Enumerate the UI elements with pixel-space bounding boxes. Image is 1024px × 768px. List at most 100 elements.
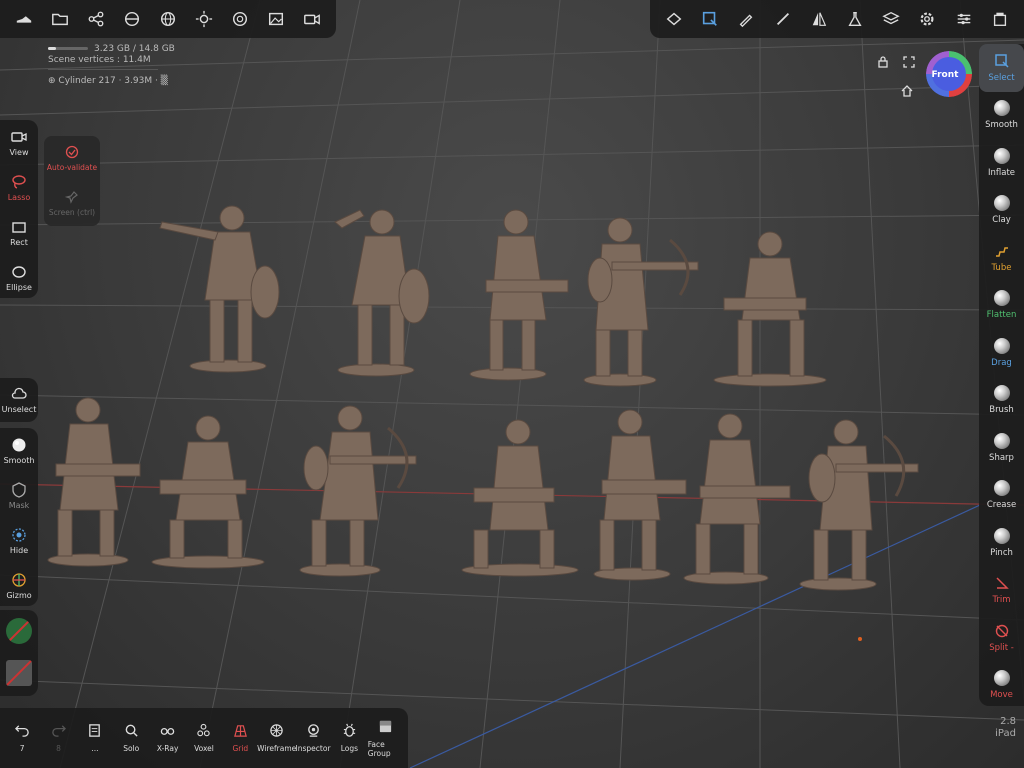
mirror-icon[interactable] xyxy=(806,6,832,32)
screen-label: Screen (ctrl) xyxy=(48,208,96,217)
lock-icon[interactable] xyxy=(876,54,890,68)
folder-icon[interactable] xyxy=(47,6,73,32)
rect-tool[interactable]: Rect xyxy=(0,210,38,255)
miniature-figures[interactable] xyxy=(0,0,1024,768)
select-icon xyxy=(994,54,1009,68)
redo-icon xyxy=(52,725,67,737)
trim-icon xyxy=(995,577,1009,589)
xray-button[interactable]: X-Ray xyxy=(150,723,186,753)
pin-icon xyxy=(65,191,78,204)
sliders-icon[interactable] xyxy=(951,6,977,32)
logs-button[interactable]: Logs xyxy=(331,723,367,753)
hide-action[interactable]: Hide xyxy=(0,518,38,563)
flask-icon[interactable] xyxy=(842,6,868,32)
tool-select[interactable]: Select xyxy=(979,44,1024,92)
tool-move-label: Move xyxy=(990,690,1013,701)
undo-count: 7 xyxy=(19,744,25,753)
smooth-icon xyxy=(993,100,1010,117)
tool-smooth[interactable]: Smooth xyxy=(979,92,1024,140)
gear-icon[interactable] xyxy=(914,6,940,32)
sun-icon[interactable] xyxy=(191,6,217,32)
tool-flatten[interactable]: Flatten xyxy=(979,282,1024,330)
undo-button[interactable]: 7 xyxy=(4,723,40,753)
lasso-icon xyxy=(12,174,26,189)
active-object[interactable]: ⊕ Cylinder 217 · 3.93M · ▒ xyxy=(48,76,175,87)
redo-button[interactable]: 8 xyxy=(41,723,77,753)
history-label: ... xyxy=(91,744,99,753)
tool-drag[interactable]: Drag xyxy=(979,329,1024,377)
view-tool[interactable]: View xyxy=(0,120,38,165)
tool-trim[interactable]: Trim xyxy=(979,567,1024,615)
tool-clay[interactable]: Clay xyxy=(979,187,1024,235)
lasso-tool[interactable]: Lasso xyxy=(0,165,38,210)
wireframe-button[interactable]: Wireframe xyxy=(257,723,296,753)
tool-pinch[interactable]: Pinch xyxy=(979,519,1024,567)
fullscreen-icon[interactable] xyxy=(902,54,916,68)
layers-icon[interactable] xyxy=(878,6,904,32)
voxel-button[interactable]: Voxel xyxy=(186,723,222,753)
tool-smooth-label: Smooth xyxy=(985,120,1018,131)
view-cube-gizmo[interactable]: Front xyxy=(926,51,972,97)
cloud-icon xyxy=(11,387,27,399)
3d-viewport[interactable] xyxy=(0,0,1024,768)
tool-brush[interactable]: Brush xyxy=(979,377,1024,425)
active-object-label: Cylinder 217 · 3.93M · xyxy=(58,76,158,86)
pencil-icon[interactable] xyxy=(733,6,759,32)
solo-button[interactable]: Solo xyxy=(113,723,149,753)
mask-action[interactable]: Mask xyxy=(0,473,38,518)
smooth-action[interactable]: Smooth xyxy=(0,428,38,473)
smooth-ball-icon xyxy=(12,438,26,451)
aperture-icon[interactable] xyxy=(227,6,253,32)
screen-option[interactable]: Screen (ctrl) xyxy=(44,181,100,226)
image-icon[interactable] xyxy=(263,6,289,32)
tool-split[interactable]: Split - xyxy=(979,614,1024,662)
eraser-mesh-icon[interactable] xyxy=(661,6,687,32)
figure-1 xyxy=(159,205,280,373)
selection-tool-panel: View Lasso Rect Ellipse xyxy=(0,120,38,298)
glasses-icon xyxy=(160,727,175,735)
figure-8 xyxy=(299,405,417,577)
tool-trim-label: Trim xyxy=(992,595,1011,606)
select-tool-icon[interactable] xyxy=(697,6,723,32)
home-icon[interactable] xyxy=(900,83,914,97)
tool-crease[interactable]: Crease xyxy=(979,472,1024,520)
drag-icon xyxy=(993,337,1010,354)
tool-sharp[interactable]: Sharp xyxy=(979,424,1024,472)
check-circle-icon xyxy=(65,145,79,159)
shading-icon[interactable] xyxy=(119,6,145,32)
video-camera-icon[interactable] xyxy=(299,6,325,32)
ellipse-tool[interactable]: Ellipse xyxy=(0,255,38,300)
move-icon xyxy=(993,670,1010,687)
version-number: 2.8 xyxy=(1000,716,1016,727)
rect-tool-label: Rect xyxy=(10,237,28,247)
cards-icon[interactable] xyxy=(987,6,1013,32)
gizmo-label: Front xyxy=(931,70,959,80)
share-nodes-icon[interactable] xyxy=(83,6,109,32)
history-button[interactable]: ... xyxy=(77,723,113,753)
inspector-label: Inspector xyxy=(295,744,331,753)
material-swatch[interactable] xyxy=(6,660,32,686)
tool-inflate[interactable]: Inflate xyxy=(979,139,1024,187)
unselect-button[interactable]: Unselect xyxy=(0,378,38,422)
view-tool-label: View xyxy=(9,147,29,157)
globe-icon[interactable] xyxy=(155,6,181,32)
color-swatch-green[interactable] xyxy=(6,618,32,644)
tool-pinch-label: Pinch xyxy=(990,547,1013,558)
tool-tube[interactable]: Tube xyxy=(979,234,1024,282)
lasso-options-panel: Auto-validate Screen (ctrl) xyxy=(44,136,100,226)
tool-move[interactable]: Move xyxy=(979,662,1024,710)
face-group-button[interactable]: Face Group xyxy=(368,719,404,758)
brush-ball-icon xyxy=(993,385,1010,402)
brush-icon[interactable] xyxy=(770,6,796,32)
shoe-icon[interactable] xyxy=(11,6,37,32)
redo-count: 8 xyxy=(56,744,61,753)
auto-validate-option[interactable]: Auto-validate xyxy=(44,136,100,181)
voxel-icon xyxy=(197,723,211,737)
inspector-button[interactable]: Inspector xyxy=(295,723,331,753)
hide-grid-icon xyxy=(12,527,26,542)
gizmo-action[interactable]: Gizmo xyxy=(0,563,38,608)
grid-button[interactable]: Grid xyxy=(222,723,258,753)
object-icon: ⊕ xyxy=(48,76,59,86)
hide-action-label: Hide xyxy=(9,545,29,555)
search-icon xyxy=(125,724,138,737)
